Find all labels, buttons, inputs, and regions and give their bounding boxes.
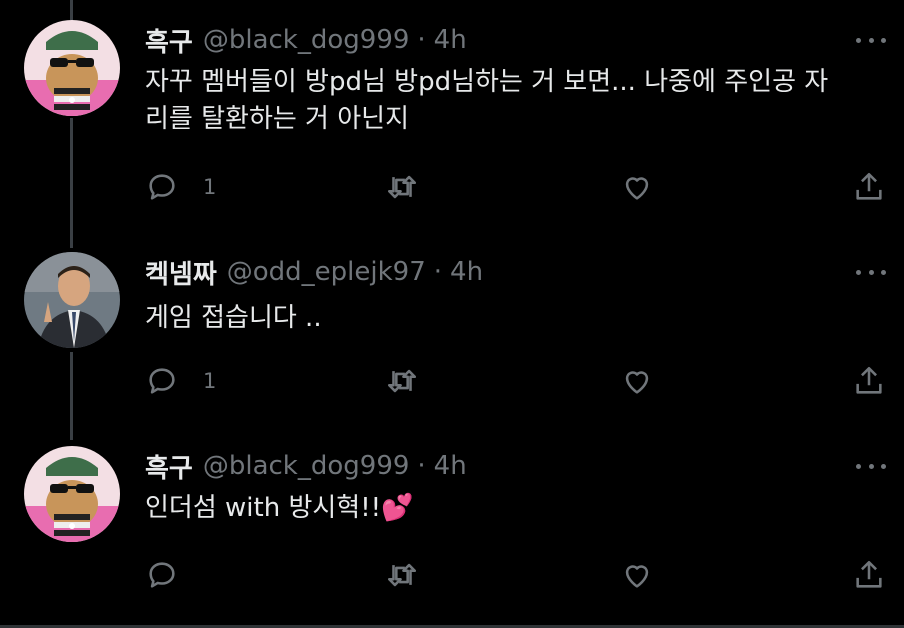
- like-icon: [625, 177, 649, 200]
- reply-count: 1: [203, 369, 217, 393]
- separator: ·: [433, 257, 443, 287]
- share-icon: [856, 560, 882, 588]
- reply-button[interactable]: 1: [145, 364, 216, 398]
- tweet-text-line: 리를 탈환하는 거 아닌지: [145, 104, 409, 134]
- tweet-text-line: 인더섬 with 방시혁!!: [145, 493, 382, 523]
- retweet-icon: [387, 175, 417, 199]
- retweet-button[interactable]: [385, 558, 419, 592]
- avatar[interactable]: [24, 446, 120, 542]
- more-icon[interactable]: [856, 454, 886, 478]
- reply-button[interactable]: 1: [145, 170, 216, 204]
- display-name[interactable]: 켁넴짜: [145, 254, 217, 291]
- tweet[interactable]: 흑구 @black_dog999 · 4h 자꾸 멤버들이 방pd님 방pd님하…: [0, 20, 904, 235]
- share-button[interactable]: [852, 558, 886, 592]
- more-icon[interactable]: [856, 260, 886, 284]
- action-bar: 1: [145, 364, 890, 400]
- username[interactable]: @black_dog999: [203, 451, 410, 481]
- timestamp[interactable]: 4h: [434, 25, 467, 55]
- action-bar: [145, 558, 890, 594]
- avatar[interactable]: [24, 20, 120, 116]
- cat-avatar-image: [24, 20, 120, 116]
- like-button[interactable]: [620, 558, 654, 592]
- tweet[interactable]: 켁넴짜 @odd_eplejk97 · 4h 게임 접습니다 .. 1: [0, 252, 904, 402]
- retweet-icon: [387, 369, 417, 393]
- retweet-button[interactable]: [385, 364, 419, 398]
- share-button[interactable]: [852, 170, 886, 204]
- reply-count: 1: [203, 175, 217, 199]
- reply-icon: [149, 368, 175, 394]
- reply-button[interactable]: [145, 558, 179, 592]
- reply-icon: [149, 174, 175, 200]
- share-icon: [856, 172, 882, 200]
- tweet-text: 자꾸 멤버들이 방pd님 방pd님하는 거 보면... 나중에 주인공 자 리를…: [145, 64, 885, 138]
- avatar[interactable]: [24, 252, 120, 348]
- timestamp[interactable]: 4h: [450, 257, 483, 287]
- tweet-header: 켁넴짜 @odd_eplejk97 · 4h: [145, 252, 483, 292]
- tweet[interactable]: 흑구 @black_dog999 · 4h 인더섬 with 방시혁!!💕: [0, 446, 904, 606]
- like-icon: [625, 565, 649, 588]
- share-icon: [856, 366, 882, 394]
- tweet-text: 게임 접습니다 ..: [145, 300, 885, 337]
- two-hearts-emoji: 💕: [381, 493, 414, 523]
- retweet-button[interactable]: [385, 170, 419, 204]
- tweet-text: 인더섬 with 방시혁!!💕: [145, 490, 885, 527]
- man-avatar-image: [24, 252, 120, 348]
- tweet-header: 흑구 @black_dog999 · 4h: [145, 446, 467, 486]
- display-name[interactable]: 흑구: [145, 448, 193, 485]
- username[interactable]: @odd_eplejk97: [227, 257, 426, 287]
- separator: ·: [417, 451, 426, 481]
- action-bar: 1: [145, 170, 890, 206]
- like-button[interactable]: [620, 364, 654, 398]
- share-button[interactable]: [852, 364, 886, 398]
- tweet-text-line: 게임 접습니다 ..: [145, 303, 322, 333]
- display-name[interactable]: 흑구: [145, 22, 193, 59]
- like-icon: [625, 371, 649, 394]
- tweet-header: 흑구 @black_dog999 · 4h: [145, 20, 467, 60]
- thread-line: [70, 0, 73, 20]
- retweet-icon: [387, 563, 417, 587]
- tweet-text-line: 자꾸 멤버들이 방pd님 방pd님하는 거 보면... 나중에 주인공 자: [145, 67, 829, 97]
- timestamp[interactable]: 4h: [434, 451, 467, 481]
- separator: ·: [417, 25, 426, 55]
- username[interactable]: @black_dog999: [203, 25, 410, 55]
- more-icon[interactable]: [856, 28, 886, 52]
- reply-icon: [149, 562, 175, 588]
- cat-avatar-image: [24, 446, 120, 542]
- like-button[interactable]: [620, 170, 654, 204]
